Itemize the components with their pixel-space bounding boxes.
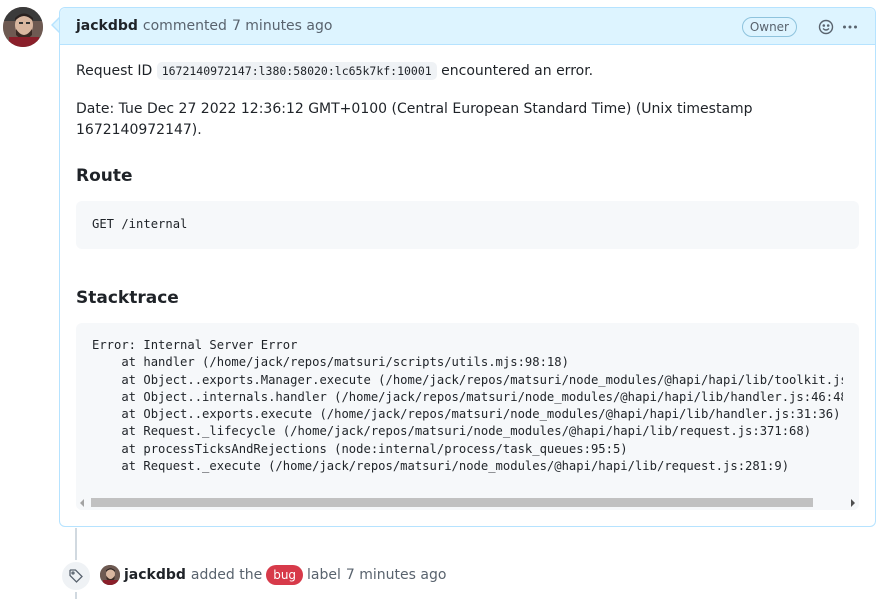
comment-body: Request ID 1672140972147:l380:58020:lc65…: [60, 45, 875, 510]
comment-header-actions: Owner: [741, 8, 859, 45]
stacktrace-code-block: Error: Internal Server Error at handler …: [76, 323, 859, 510]
kebab-horizontal-icon[interactable]: [841, 18, 859, 36]
scroll-left-icon[interactable]: [80, 499, 84, 507]
stacktrace-line: at Object..internals.handler (/home/jack…: [92, 389, 843, 404]
request-line: Request ID 1672140972147:l380:58020:lc65…: [76, 61, 859, 82]
stacktrace-line: at Object..exports.Manager.execute (/hom…: [92, 372, 843, 387]
bug-label[interactable]: bug: [266, 565, 304, 585]
route-code-block: GET /internal: [76, 201, 859, 249]
horizontal-scrollbar[interactable]: [76, 495, 859, 510]
route-code: GET /internal: [92, 217, 188, 231]
author-avatar[interactable]: [3, 7, 43, 47]
event-actor-link[interactable]: jackdbd: [124, 567, 186, 583]
request-prefix: Request ID: [76, 63, 153, 79]
route-heading: Route: [76, 166, 133, 186]
tag-icon: [60, 560, 92, 592]
comment-action: commented: [142, 18, 227, 34]
comment-header: jackdbd commented 7 minutes ago Owner: [60, 8, 875, 45]
event-timestamp[interactable]: 7 minutes ago: [346, 567, 447, 583]
stacktrace-line: at Request._lifecycle (/home/jack/repos/…: [92, 424, 812, 439]
request-id-code: 1672140972147:l380:58020:lc65k7kf:10001: [156, 62, 437, 80]
timeline-event: jackdbd added the bug label 7 minutes ag…: [100, 564, 446, 586]
date-line: Date: Tue Dec 27 2022 12:36:12 GMT+0100 …: [76, 101, 753, 138]
stacktrace-line: at Request._execute (/home/jack/repos/ma…: [92, 459, 790, 474]
issue-comment: jackdbd commented 7 minutes ago Owner Re…: [59, 7, 876, 527]
stacktrace-line: Error: Internal Server Error: [92, 338, 298, 352]
event-suffix: label: [307, 567, 341, 583]
event-actor-avatar[interactable]: [100, 565, 120, 585]
comment-author-link[interactable]: jackdbd: [76, 18, 138, 34]
comment-timestamp[interactable]: 7 minutes ago: [232, 18, 333, 34]
stacktrace-line: at Object..exports.execute (/home/jack/r…: [92, 407, 841, 422]
event-verb: added the: [190, 567, 263, 583]
stacktrace-heading: Stacktrace: [76, 288, 179, 308]
scrollbar-thumb[interactable]: [91, 498, 813, 507]
stacktrace-line: at handler (/home/jack/repos/matsuri/scr…: [92, 355, 569, 370]
request-suffix: encountered an error.: [441, 63, 594, 79]
owner-badge: Owner: [741, 16, 797, 37]
scroll-right-icon[interactable]: [851, 499, 855, 507]
smiley-icon[interactable]: [817, 18, 835, 36]
stacktrace-line: at processTicksAndRejections (node:inter…: [92, 441, 628, 456]
